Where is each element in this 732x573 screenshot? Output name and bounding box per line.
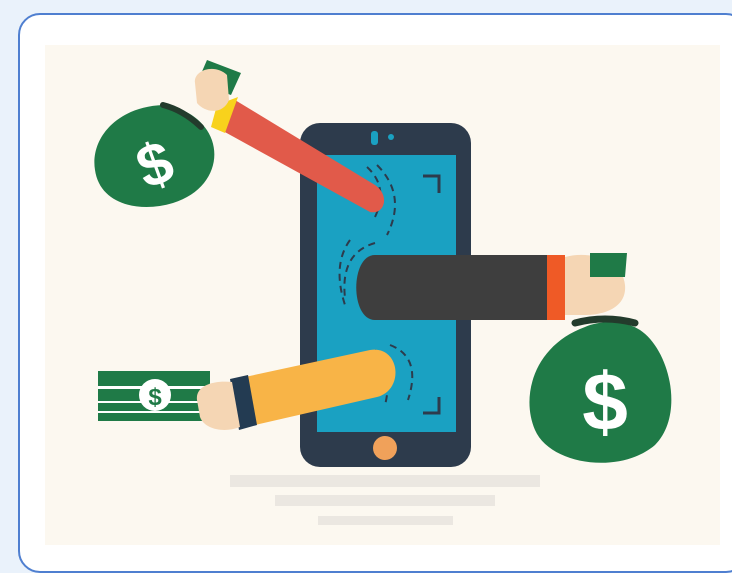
dark-arm (356, 253, 627, 320)
floor-shadow-3 (318, 516, 453, 525)
floor-shadow-1 (230, 475, 540, 487)
red-arm-hand (194, 68, 229, 111)
illustration-svg: $ $ $ (94, 60, 672, 525)
dollar-sign-cash: $ (148, 384, 162, 411)
bill-in-bag-right (590, 253, 627, 277)
floor-shadow-2 (275, 495, 495, 506)
cash-stack: $ (98, 371, 210, 421)
mobile-payment-illustration: $ $ $ (45, 45, 720, 545)
money-bag-right: $ (529, 315, 672, 463)
phone-sensor (388, 134, 394, 140)
dollar-sign-right: $ (582, 357, 628, 448)
phone-camera (371, 131, 378, 145)
dark-sleeve (356, 255, 550, 320)
money-bag-right-tie (571, 315, 639, 327)
phone-home-button (373, 436, 397, 460)
cash-stack-stripe-2 (98, 411, 210, 413)
dark-sleeve-cuff (547, 255, 565, 320)
